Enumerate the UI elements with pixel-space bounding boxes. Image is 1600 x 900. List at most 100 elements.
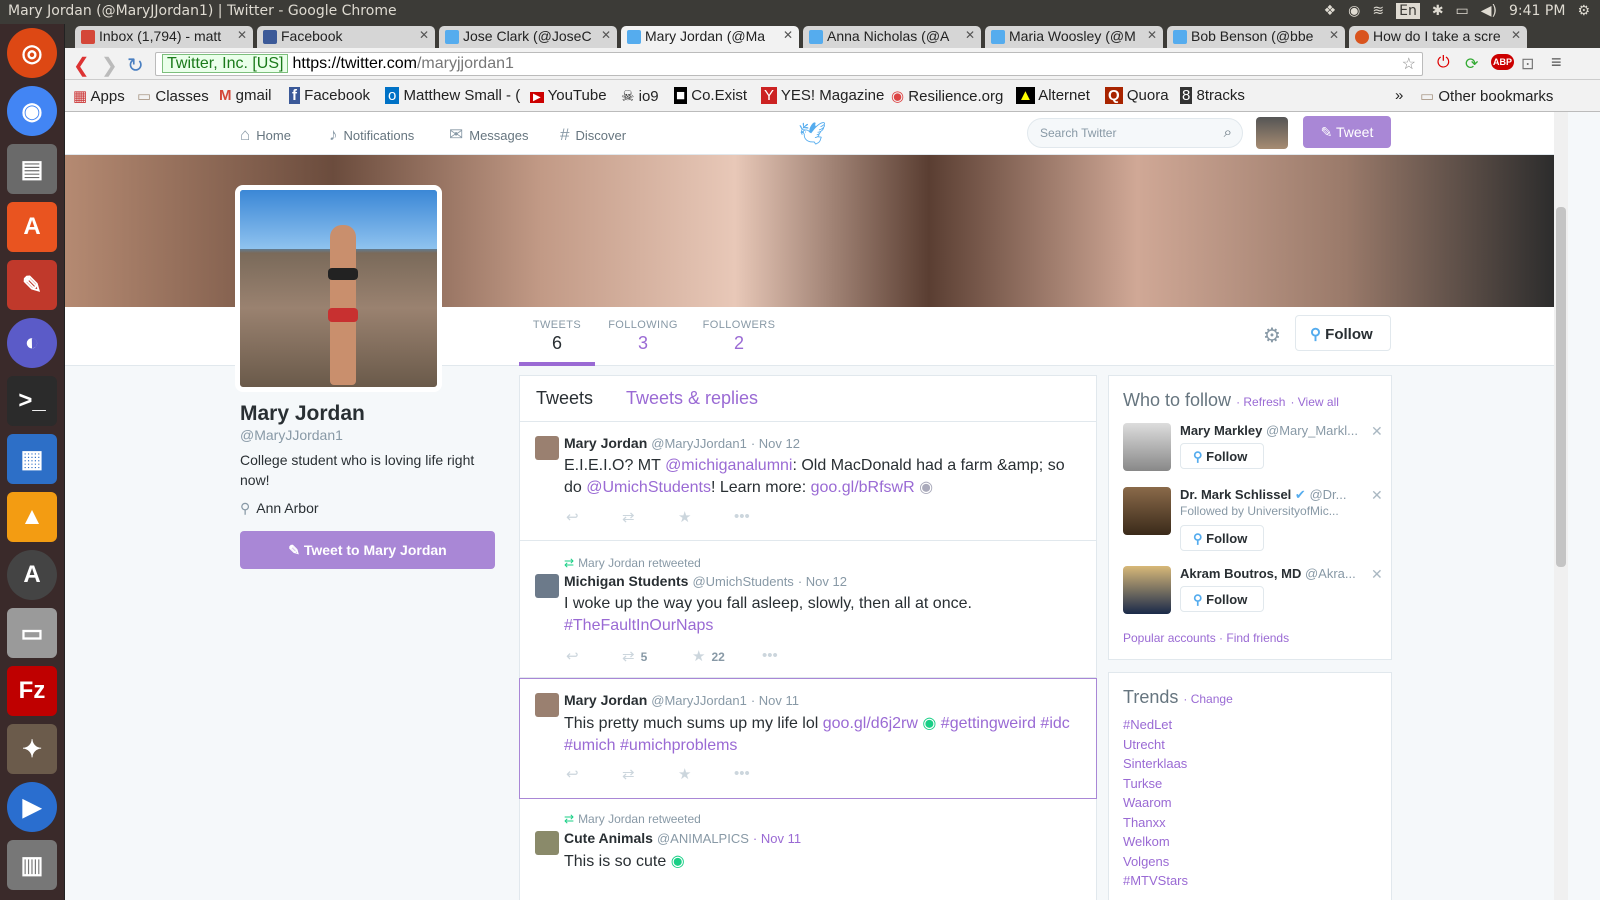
page-scrollbar[interactable] [1554, 112, 1568, 900]
ubuntu-dash-icon[interactable]: ◎ [7, 28, 57, 78]
update-manager-icon[interactable]: A [7, 550, 57, 600]
profile-avatar[interactable] [235, 185, 442, 392]
wifi-icon[interactable]: ≋ [1372, 3, 1384, 19]
bookmarks-overflow-chevron-icon[interactable]: » [1395, 87, 1403, 104]
dismiss-close-icon[interactable]: ✕ [1371, 566, 1383, 583]
close-icon[interactable]: ✕ [1329, 28, 1339, 42]
chrome-tray-icon[interactable]: ◉ [1348, 3, 1360, 19]
bookmark-8tracks[interactable]: 8 8tracks [1180, 87, 1245, 104]
mention-link[interactable]: @michiganalumni [665, 457, 792, 474]
close-icon[interactable]: ✕ [783, 28, 793, 42]
url-input[interactable]: Twitter, Inc. [US] https://twitter.com/ma… [155, 52, 1423, 76]
profile-name[interactable]: Mary Jordan [240, 402, 365, 426]
tab-mary-jordan[interactable]: Mary Jordan (@Ma ✕ [621, 26, 799, 48]
suggestion-name[interactable]: Dr. Mark Schlissel ✔ @Dr... [1180, 487, 1360, 503]
gear-icon[interactable]: ⚙ [1263, 323, 1281, 348]
reply-icon[interactable]: ↩ [566, 765, 622, 783]
reply-icon[interactable]: ↩ [566, 647, 622, 665]
bookmark-quora[interactable]: Q Quora [1105, 87, 1169, 104]
account-avatar[interactable] [1256, 117, 1288, 149]
url-link[interactable]: goo.gl/bRfswR [811, 479, 915, 496]
twitter-bird-logo-icon[interactable]: 🕊 [798, 121, 826, 147]
filezilla-icon[interactable]: Fz [7, 666, 57, 716]
bookmark-resilience[interactable]: ◉ Resilience.org [891, 87, 1003, 105]
tweet-date[interactable]: · Nov 11 [751, 693, 799, 708]
scrollbar-thumb[interactable] [1556, 207, 1566, 567]
tweet-date[interactable]: · Nov 11 [753, 831, 801, 846]
dismiss-close-icon[interactable]: ✕ [1371, 423, 1383, 440]
dropbox-icon[interactable]: ❖ [1324, 3, 1337, 19]
refresh-link[interactable]: · Refresh [1236, 395, 1285, 409]
trend-item[interactable]: Sinterklaas [1123, 756, 1187, 771]
writer-icon[interactable]: ▦ [7, 434, 57, 484]
tweet-author-handle[interactable]: @MaryJJordan1 [651, 436, 747, 451]
bookmark-classes[interactable]: ▭ Classes [137, 87, 209, 105]
reload-icon[interactable]: ↻ [127, 53, 144, 78]
ev-certificate-badge[interactable]: Twitter, Inc. [US] [162, 54, 289, 73]
tweet-avatar[interactable] [535, 436, 559, 460]
suggestion-name[interactable]: Mary Markley @Mary_Markl... [1180, 423, 1360, 438]
favorite-star-icon[interactable]: ★ [678, 508, 734, 526]
tweet-date[interactable]: · Nov 12 [751, 436, 800, 451]
volume-icon[interactable]: ◀) [1481, 3, 1497, 19]
tweet-avatar[interactable] [535, 831, 559, 855]
stat-following[interactable]: FOLLOWING 3 [605, 319, 681, 354]
close-icon[interactable]: ✕ [1147, 28, 1157, 42]
media-player-icon[interactable]: ▶ [7, 782, 57, 832]
ext-stop-icon[interactable]: ⏻ [1437, 54, 1450, 72]
close-icon[interactable]: ✕ [1511, 28, 1521, 42]
tweet-date[interactable]: · Nov 12 [798, 574, 847, 589]
close-icon[interactable]: ✕ [419, 28, 429, 42]
nav-home[interactable]: ⌂ Home [240, 125, 291, 145]
suggestion-follow-button[interactable]: ⚲ Follow [1180, 525, 1264, 551]
tab-anna-nicholas[interactable]: Anna Nicholas (@A ✕ [803, 26, 981, 48]
ext-green-icon[interactable]: ⟳ [1465, 54, 1478, 74]
forward-icon[interactable]: ❯ [101, 53, 118, 78]
follow-button[interactable]: ⚲ Follow [1295, 315, 1391, 351]
vlc-icon[interactable]: ▲ [7, 492, 57, 542]
battery-icon[interactable]: ▭ [1456, 3, 1469, 19]
trend-item[interactable]: Turkse [1123, 776, 1162, 791]
tweet-author-handle[interactable]: @MaryJJordan1 [651, 693, 747, 708]
favorite-star-icon[interactable]: ★ [678, 765, 734, 783]
close-icon[interactable]: ✕ [965, 28, 975, 42]
bookmark-other[interactable]: ▭ Other bookmarks [1420, 87, 1553, 105]
trend-item[interactable]: #NedLet [1123, 717, 1172, 732]
tab-bob-benson[interactable]: Bob Benson (@bbe ✕ [1167, 26, 1345, 48]
hashtag-link[interactable]: #TheFaultInOurNaps [564, 617, 713, 634]
bookmark-matthew-small[interactable]: o Matthew Small - ( [385, 87, 520, 104]
tweet-item[interactable]: ⇄ Mary Jordan retweeted Cute Animals @ANIM… [520, 799, 1096, 900]
tweet-item[interactable]: ⇄ Mary Jordan retweeted Michigan Students… [520, 541, 1096, 678]
hashtag-link[interactable]: #idc [1040, 715, 1069, 732]
star-bookmark-icon[interactable]: ☆ [1402, 54, 1416, 74]
retweet-icon[interactable]: ⇄ [622, 508, 678, 526]
suggestion-name[interactable]: Akram Boutros, MD @Akra... [1180, 566, 1360, 581]
bookmark-coexist[interactable]: ■ Co.Exist [674, 87, 747, 104]
retweet-icon[interactable]: ⇄ [622, 765, 678, 783]
nav-discover[interactable]: # Discover [560, 125, 626, 145]
hashtag-link[interactable]: #umich [564, 737, 616, 754]
hashtag-link[interactable]: #gettingweird [941, 715, 1036, 732]
profile-handle[interactable]: @MaryJJordan1 [240, 427, 343, 443]
tweet-item[interactable]: Mary Jordan @MaryJJordan1 · Nov 12 E.I.E.I… [520, 423, 1096, 541]
back-icon[interactable]: ❮ [73, 53, 90, 78]
bookmark-gmail[interactable]: M gmail [219, 87, 272, 104]
bookmark-apps[interactable]: ▦ Apps [73, 87, 125, 105]
stat-tweets[interactable]: TWEETS 6 [519, 319, 595, 366]
bookmark-youtube[interactable]: ▶ YouTube [530, 87, 607, 104]
more-dots-icon[interactable]: ••• [762, 647, 778, 665]
tweet-author-name[interactable]: Mary Jordan [564, 435, 647, 451]
adblock-icon[interactable]: ABP [1491, 54, 1515, 70]
retweet-icon[interactable]: ⇄ 5 [622, 647, 692, 665]
suggestion-follow-button[interactable]: ⚲ Follow [1180, 586, 1264, 612]
trend-item[interactable]: #MTVStars [1123, 873, 1188, 888]
tab-how-do-i[interactable]: How do I take a scre ✕ [1349, 26, 1527, 48]
tweet-to-button[interactable]: ✎ Tweet to Mary Jordan [240, 531, 495, 569]
suggestion-avatar[interactable] [1123, 487, 1171, 535]
software-center-icon[interactable]: A [7, 202, 57, 252]
trend-item[interactable]: Welkom [1123, 834, 1170, 849]
tweet-author-name[interactable]: Cute Animals [564, 830, 653, 846]
trend-item[interactable]: Volgens [1123, 854, 1169, 869]
tab-maria-woosley[interactable]: Maria Woosley (@M ✕ [985, 26, 1163, 48]
compose-tweet-button[interactable]: ✎ Tweet [1303, 116, 1391, 148]
